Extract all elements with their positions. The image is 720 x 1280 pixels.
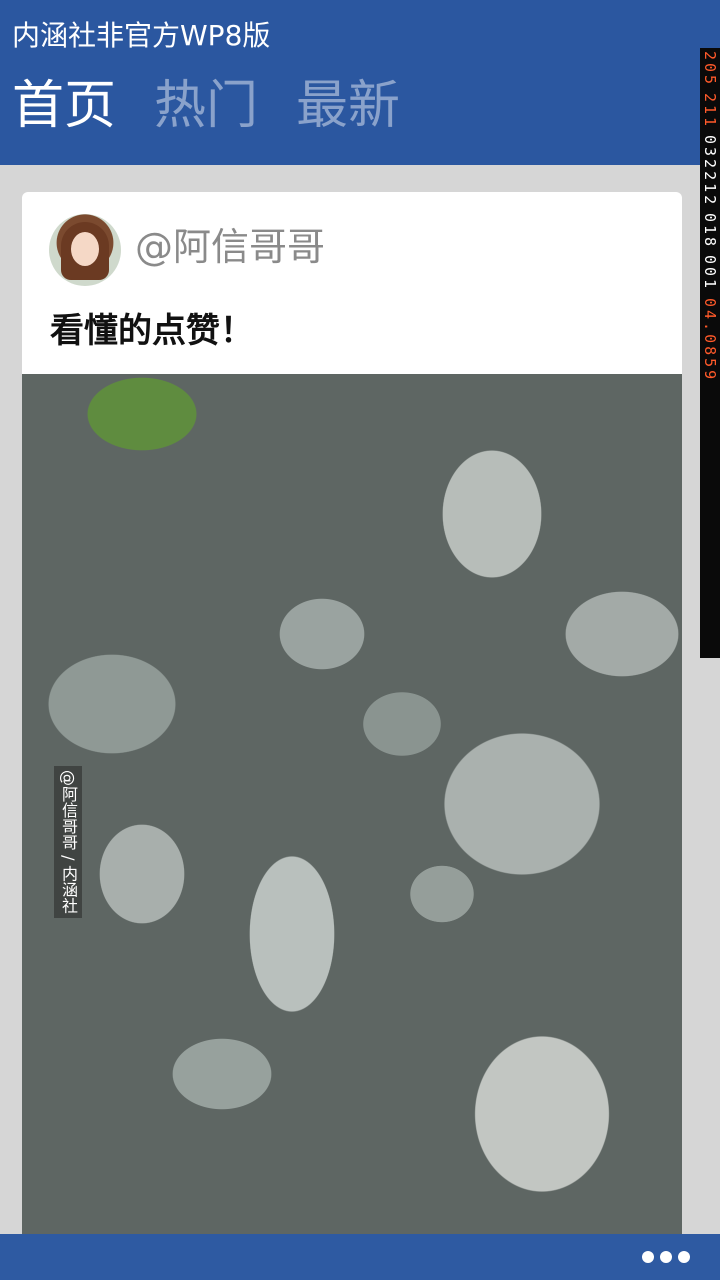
avatar-face <box>71 232 99 266</box>
tab-home[interactable]: 首页 <box>12 72 116 140</box>
tab-hot[interactable]: 热门 <box>154 72 258 140</box>
tab-latest[interactable]: 最新 <box>296 72 400 140</box>
frame-rate-counter: 205 211 032212 018 001 04.0859 <box>700 48 720 658</box>
app-title: 内涵社非官方WP8版 <box>12 19 271 52</box>
more-icon[interactable] <box>642 1244 690 1270</box>
counter-value: 211 <box>701 93 719 130</box>
counter-value: 001 <box>701 255 719 292</box>
dot-icon <box>660 1251 672 1263</box>
avatar[interactable] <box>49 214 121 286</box>
pivot-tabs: 首页 热门 最新 <box>12 72 400 140</box>
counter-value: 032212 <box>701 135 719 208</box>
counter-value: 205 <box>701 51 719 88</box>
dot-icon <box>678 1251 690 1263</box>
post-username[interactable]: @阿信哥哥 <box>135 222 325 272</box>
post-text: 看懂的点赞！ <box>50 311 254 351</box>
counter-value: 04.0859 <box>701 297 719 382</box>
app-bar <box>0 1234 720 1280</box>
post-image[interactable]: @阿信哥哥 / 内涵社 <box>22 374 682 1280</box>
app-header: 内涵社非官方WP8版 首页 热门 最新 <box>0 0 720 165</box>
post-card[interactable]: @阿信哥哥 看懂的点赞！ @阿信哥哥 / 内涵社 <box>22 192 682 1280</box>
dot-icon <box>642 1251 654 1263</box>
counter-value: 018 <box>701 213 719 250</box>
image-watermark: @阿信哥哥 / 内涵社 <box>54 766 82 918</box>
